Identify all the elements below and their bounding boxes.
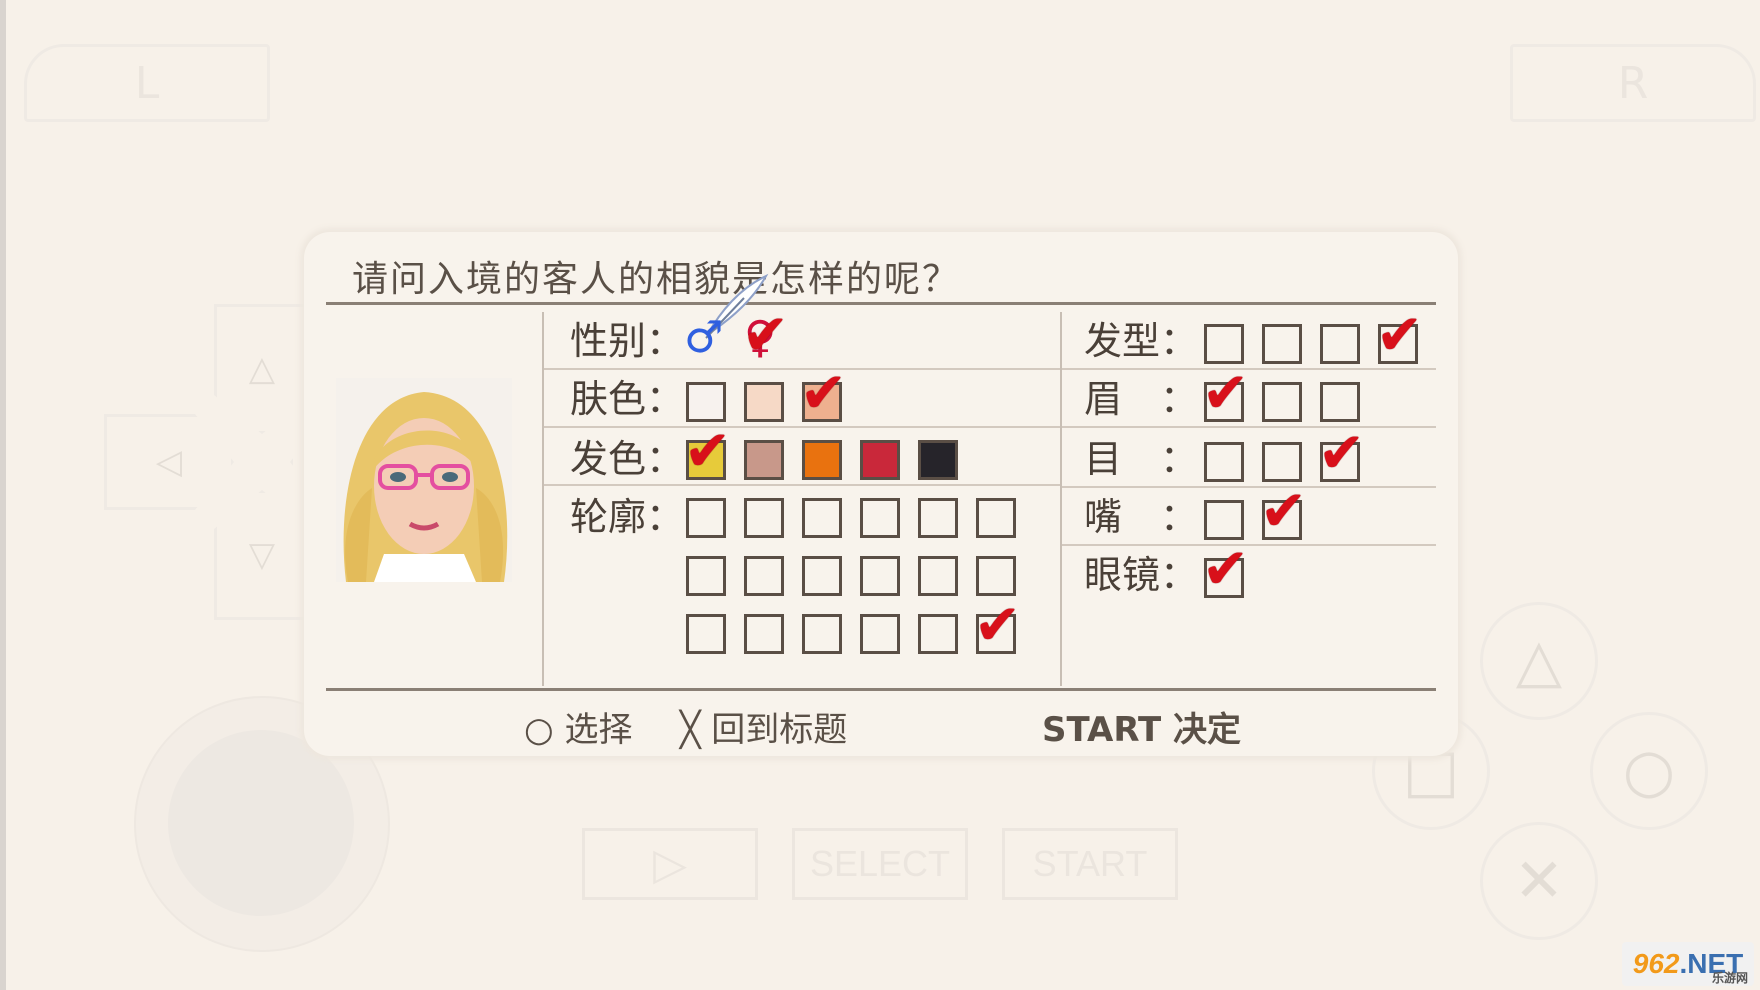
triangle-button[interactable]: △ <box>1480 602 1598 720</box>
hair-color-option[interactable] <box>860 440 900 480</box>
face-shape-option[interactable] <box>802 556 842 596</box>
circle-button-icon: ○ <box>524 710 554 750</box>
feature-option[interactable] <box>1204 500 1244 540</box>
watermark-sub: 乐游网 <box>1711 971 1748 985</box>
feature-option[interactable] <box>1262 324 1302 364</box>
check-icon: ✔ <box>1318 421 1365 486</box>
face-shape-option[interactable] <box>686 556 726 596</box>
select-hint-label: 选择 <box>564 710 633 750</box>
hair-color-option[interactable] <box>918 440 958 480</box>
face-shape-option[interactable] <box>918 498 958 538</box>
dpad-down-button[interactable]: ▽ <box>214 490 310 620</box>
select-button[interactable]: SELECT <box>792 828 968 900</box>
check-icon: ✔ <box>974 593 1021 658</box>
face-shape-option[interactable] <box>686 614 726 654</box>
character-portrait <box>336 378 512 582</box>
top-divider <box>326 302 1436 305</box>
check-icon: ✔ <box>1202 537 1249 602</box>
face-shape-option[interactable] <box>918 556 958 596</box>
feature-option[interactable] <box>1262 442 1302 482</box>
footer-confirm-hint: START 决定 <box>1042 710 1242 750</box>
arrow-left-icon: ◁ <box>155 442 183 482</box>
r-shoulder-button[interactable]: R <box>1510 44 1756 122</box>
screen-edge <box>0 0 6 990</box>
start-button[interactable]: START <box>1002 828 1178 900</box>
fast-forward-button[interactable]: ▷ <box>582 828 758 900</box>
bottom-divider <box>326 688 1436 691</box>
play-icon: ▷ <box>653 839 687 889</box>
appearance-dialog: 请问入境的客人的相貌是怎样的呢？ 性别： ♂ ♀ ✔ 肤色： 发色： 轮廓： ○… <box>304 232 1458 756</box>
face-shape-option[interactable] <box>802 614 842 654</box>
feature-label: 眉 ： <box>1084 377 1199 421</box>
face-shape-option[interactable] <box>860 498 900 538</box>
cross-button[interactable]: ✕ <box>1480 822 1598 940</box>
hair-color-option[interactable] <box>802 440 842 480</box>
male-icon[interactable]: ♂ <box>684 316 723 360</box>
face-shape-option[interactable] <box>976 556 1016 596</box>
face-shape-label: 轮廓： <box>570 495 685 539</box>
gender-check-icon: ✔ <box>742 303 789 368</box>
dialog-question: 请问入境的客人的相貌是怎样的呢？ <box>352 259 961 300</box>
check-icon: ✔ <box>1376 303 1423 368</box>
feature-label: 眼镜： <box>1084 553 1199 597</box>
footer-back-hint: ╳ 回到标题 <box>680 702 847 751</box>
face-shape-option[interactable] <box>860 614 900 654</box>
face-shape-option[interactable] <box>976 498 1016 538</box>
hair-color-option[interactable] <box>744 440 784 480</box>
feature-option[interactable] <box>1320 324 1360 364</box>
face-shape-option[interactable] <box>744 498 784 538</box>
hair-color-label: 发色： <box>570 437 685 481</box>
skin-color-option[interactable] <box>686 382 726 422</box>
skin-color-option[interactable] <box>744 382 784 422</box>
face-shape-option[interactable] <box>918 614 958 654</box>
face-shape-option[interactable] <box>744 614 784 654</box>
gender-label: 性别： <box>570 319 685 363</box>
feature-option[interactable] <box>1204 324 1244 364</box>
feature-option[interactable] <box>1320 382 1360 422</box>
circle-icon: ○ <box>1622 736 1676 806</box>
face-shape-option[interactable] <box>686 498 726 538</box>
skin-color-label: 肤色： <box>570 377 685 421</box>
circle-button[interactable]: ○ <box>1590 712 1708 830</box>
check-icon: ✔ <box>1260 479 1307 544</box>
triangle-icon: △ <box>1515 626 1563 696</box>
watermark-logo: 962 .NET 乐游网 <box>1622 942 1754 986</box>
face-shape-option[interactable] <box>802 498 842 538</box>
l-shoulder-button[interactable]: L <box>24 44 270 122</box>
feature-option[interactable] <box>1204 442 1244 482</box>
feature-label: 嘴 ： <box>1084 495 1199 539</box>
check-icon: ✔ <box>800 361 847 426</box>
arrow-down-icon: ▽ <box>248 535 276 575</box>
feature-label: 目 ： <box>1084 437 1199 481</box>
check-icon: ✔ <box>1202 361 1249 426</box>
feature-option[interactable] <box>1262 382 1302 422</box>
check-icon: ✔ <box>684 419 731 484</box>
face-shape-option[interactable] <box>744 556 784 596</box>
arrow-up-icon: △ <box>248 349 276 389</box>
back-hint-label: 回到标题 <box>711 710 848 750</box>
watermark-text-a: 962 <box>1632 948 1680 979</box>
footer-select-hint: ○ 选择 <box>524 702 632 751</box>
dpad-up-button[interactable]: △ <box>214 304 310 434</box>
analog-stick[interactable] <box>168 730 354 916</box>
cross-icon: ✕ <box>1513 846 1565 916</box>
cross-button-icon: ╳ <box>680 710 701 750</box>
dpad-left-button[interactable]: ◁ <box>104 414 234 510</box>
feature-label: 发型： <box>1084 319 1199 363</box>
face-shape-option[interactable] <box>860 556 900 596</box>
